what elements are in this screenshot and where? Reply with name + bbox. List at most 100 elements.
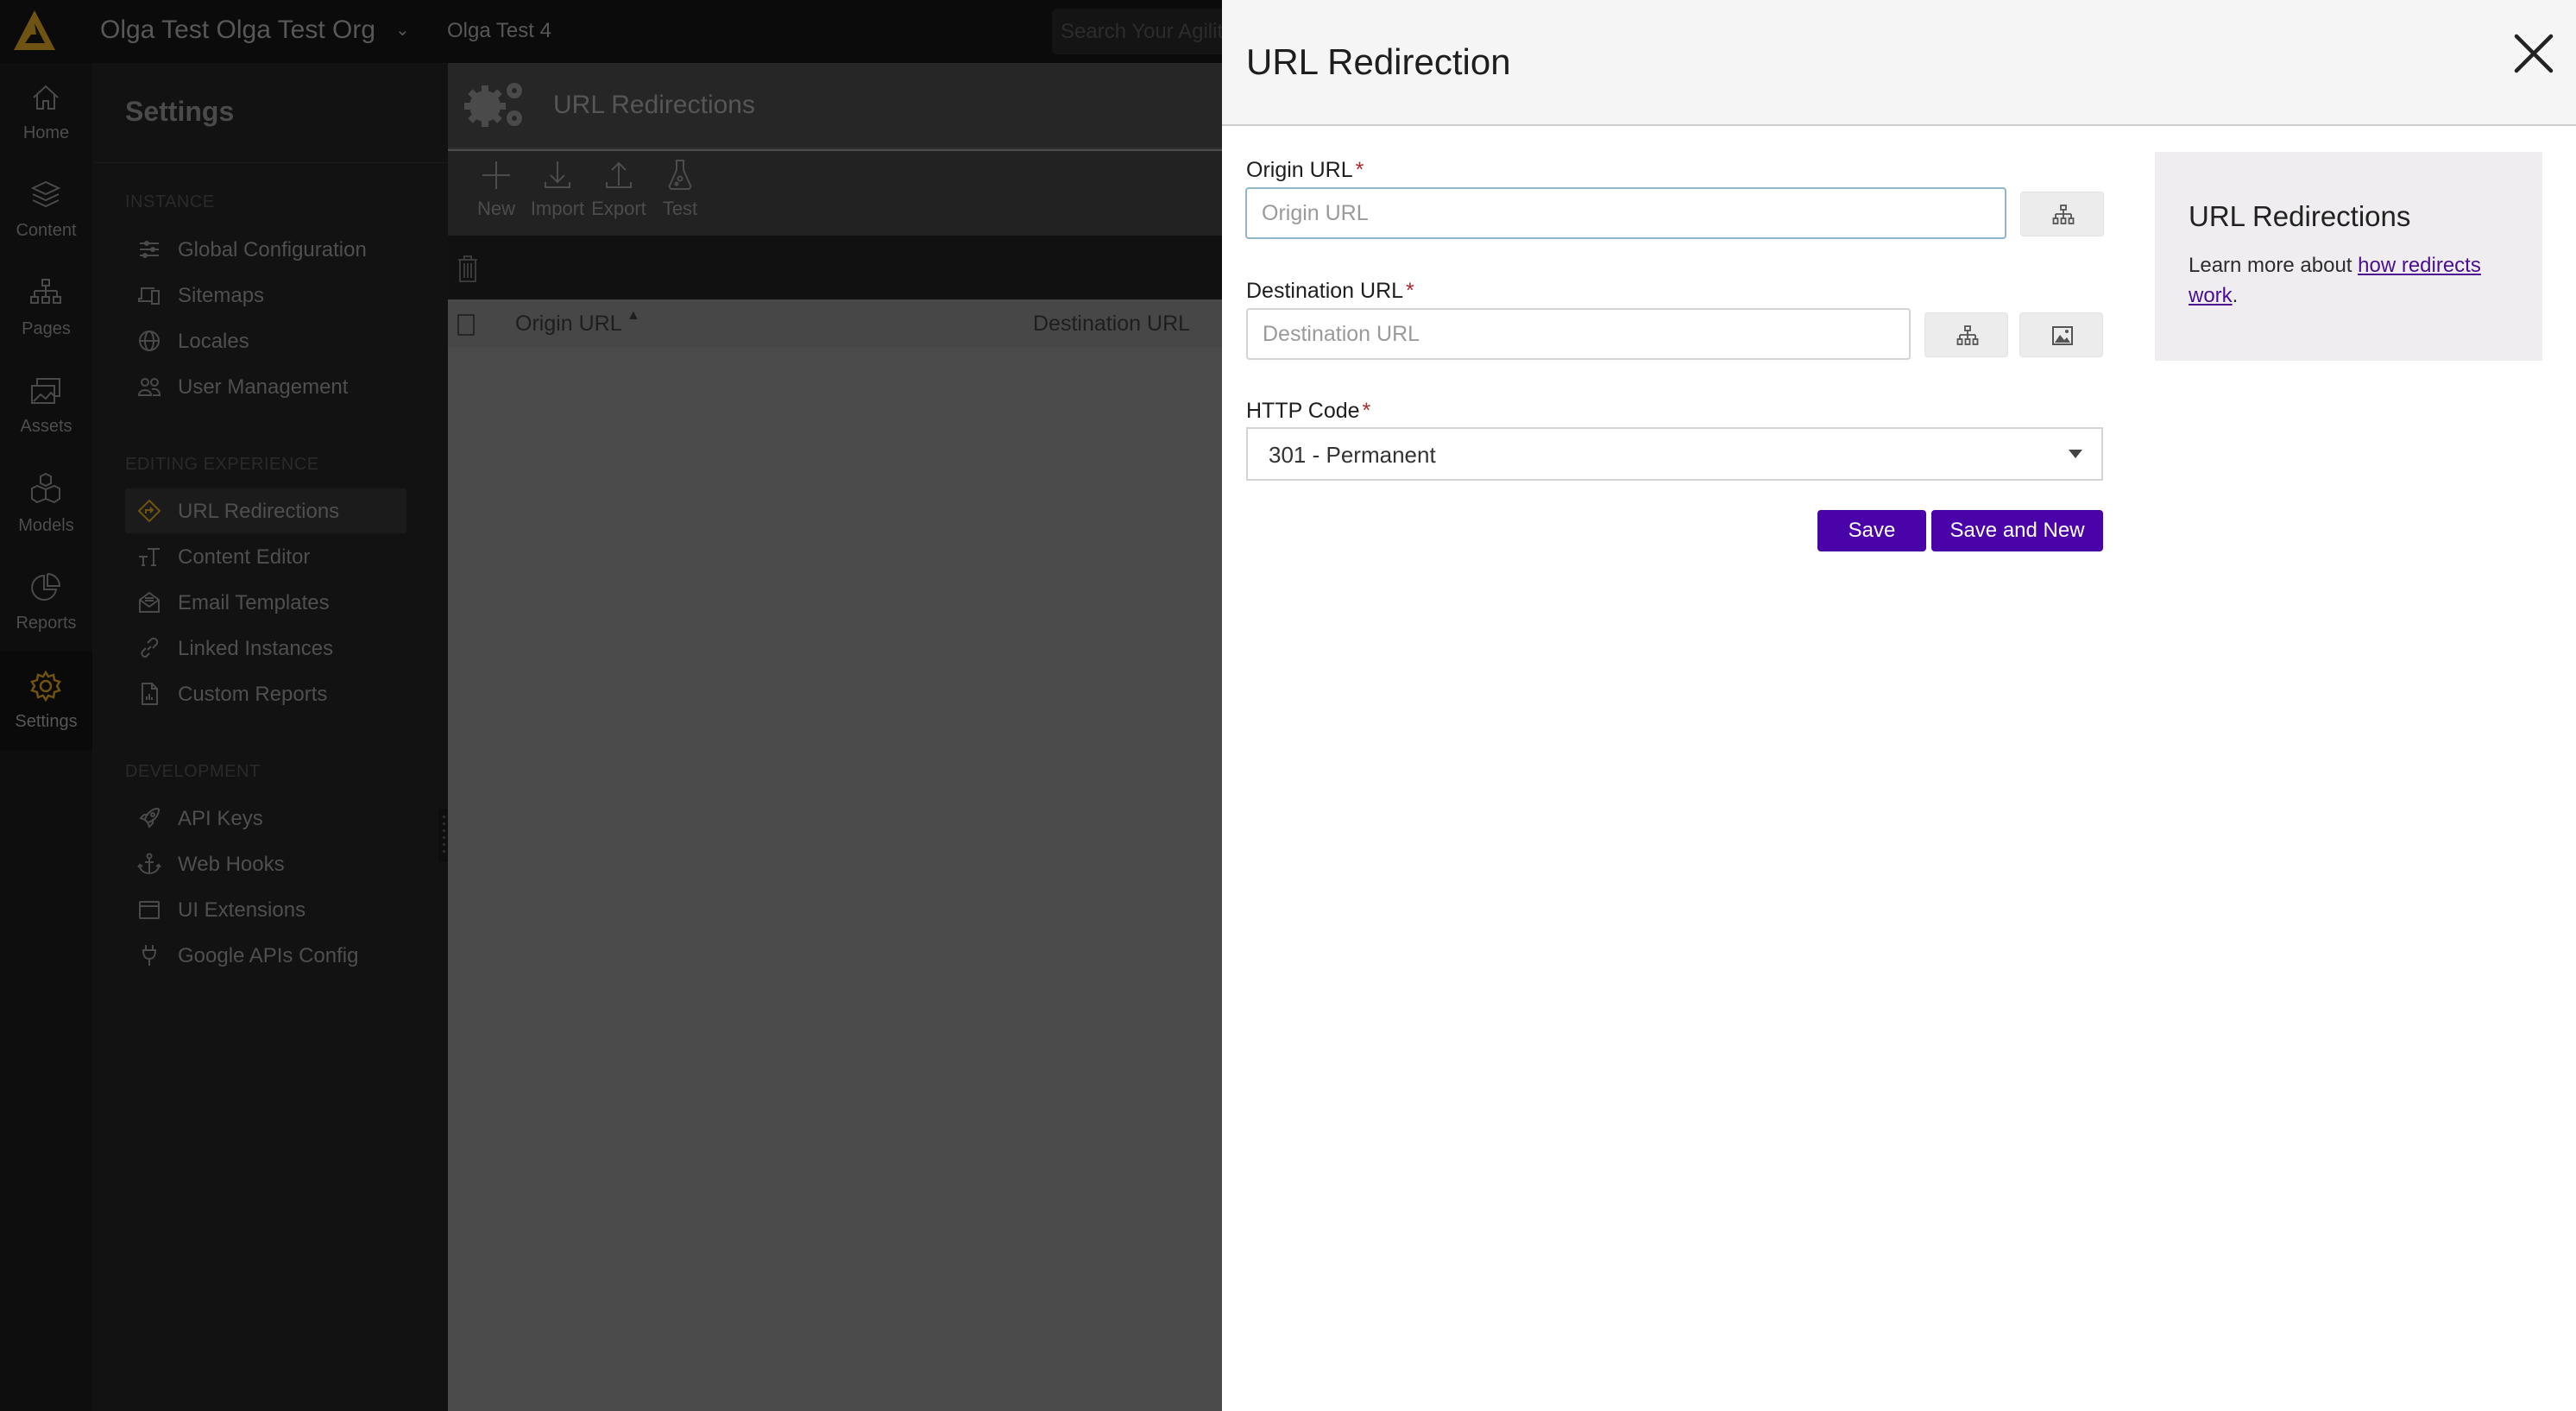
bulk-action-bar: [448, 236, 1222, 299]
destination-asset-picker-button[interactable]: [2019, 312, 2103, 357]
nav-reports[interactable]: Reports: [0, 553, 92, 652]
agility-logo[interactable]: [12, 9, 57, 54]
help-title: URL Redirections: [2189, 200, 2411, 232]
destination-sitemap-picker-button[interactable]: [1924, 312, 2008, 357]
image-icon: [2052, 326, 2073, 345]
global-search[interactable]: [1052, 9, 1233, 54]
main-content: URL Redirections New Import Export Test …: [448, 63, 1222, 1411]
nav-assets[interactable]: Assets: [0, 356, 92, 455]
panel-header: URL Redirection: [1222, 0, 2576, 126]
import-button[interactable]: Import: [527, 158, 588, 230]
sort-ascending-icon[interactable]: ▲: [627, 308, 640, 324]
destination-url-label: Destination URL *: [1246, 279, 1414, 303]
section-heading-instance: INSTANCE: [125, 192, 215, 211]
text-size-icon: [139, 548, 160, 566]
sitemap-icon: [1956, 325, 1979, 345]
sidebar-item-locales[interactable]: Locales: [125, 318, 406, 363]
save-and-new-button[interactable]: Save and New: [1931, 510, 2103, 551]
new-button[interactable]: New: [466, 158, 526, 230]
sliders-icon: [140, 241, 159, 258]
top-bar: Olga Test Olga Test Org ⌄ Olga Test 4: [0, 0, 1233, 63]
help-text: Learn more about how redirects work.: [2189, 254, 2481, 307]
destination-url-field[interactable]: [1246, 308, 1911, 360]
toolbar: New Import Export Test: [448, 151, 1222, 236]
http-code-select[interactable]: 301 - Permanent: [1246, 427, 2103, 481]
nav-settings[interactable]: Settings: [0, 652, 92, 750]
redirect-sign-icon: [137, 499, 161, 523]
rocket-icon: [139, 807, 161, 828]
nav-label: Models: [18, 516, 74, 535]
sidebar-item-custom-reports[interactable]: Custom Reports: [125, 671, 406, 716]
column-header-origin-url[interactable]: Origin URL: [515, 312, 622, 337]
export-button[interactable]: Export: [589, 158, 649, 230]
origin-url-field[interactable]: [1245, 187, 2006, 239]
divider: [94, 162, 448, 163]
required-mark: *: [1362, 399, 1371, 423]
save-button[interactable]: Save: [1817, 510, 1926, 551]
help-box: URL Redirections Learn more about how re…: [2155, 152, 2542, 361]
org-switcher[interactable]: Olga Test Olga Test Org: [100, 16, 375, 45]
upload-icon: [606, 161, 632, 188]
sidebar-item-global-configuration[interactable]: Global Configuration: [125, 227, 406, 272]
section-heading-editing-experience: EDITING EXPERIENCE: [125, 455, 319, 474]
search-input[interactable]: [1052, 9, 1233, 54]
plus-icon: [482, 161, 510, 189]
column-header-destination-url[interactable]: Destination URL: [1033, 312, 1190, 337]
plug-icon: [142, 945, 156, 966]
sidebar-item-web-hooks[interactable]: Web Hooks: [125, 841, 406, 886]
images-icon: [31, 378, 60, 404]
nav-models[interactable]: Models: [0, 456, 92, 554]
devices-icon: [138, 287, 160, 305]
nav-content[interactable]: Content: [0, 161, 92, 259]
page-header: URL Redirections: [448, 63, 1222, 149]
sidebar-item-ui-extensions[interactable]: UI Extensions: [125, 887, 406, 932]
http-code-label: HTTP Code *: [1246, 399, 1371, 423]
nav-label: Pages: [22, 319, 71, 338]
section-heading-development: DEVELOPMENT: [125, 762, 261, 781]
sidebar-item-api-keys[interactable]: API Keys: [125, 796, 406, 841]
sidebar-item-google-apis-config[interactable]: Google APIs Config: [125, 933, 406, 978]
url-redirection-panel: URL Redirection Origin URL* Destination …: [1222, 0, 2576, 1411]
sidebar-item-email-templates[interactable]: Email Templates: [125, 580, 406, 625]
sidebar-item-url-redirections[interactable]: URL Redirections: [125, 488, 406, 533]
sidebar-item-sitemaps[interactable]: Sitemaps: [125, 273, 406, 318]
envelope-open-icon: [139, 591, 160, 613]
origin-url-input[interactable]: [1247, 189, 2005, 237]
nav-label: Reports: [16, 614, 77, 633]
nav-label: Settings: [15, 712, 78, 731]
page-title: URL Redirections: [553, 91, 755, 119]
pie-chart-icon: [31, 573, 61, 601]
close-icon: [2514, 34, 2554, 73]
select-all-checkbox[interactable]: [457, 314, 475, 336]
http-code-selected-value: 301 - Permanent: [1269, 442, 1436, 468]
nav-label: Content: [16, 221, 77, 240]
globe-icon: [139, 331, 160, 351]
required-mark: *: [1406, 279, 1414, 303]
required-mark: *: [1355, 158, 1364, 182]
main-nav-rail: Home Content Pages Assets Models Reports…: [0, 63, 92, 1411]
test-button[interactable]: Test: [650, 158, 710, 230]
sitemap-icon: [30, 279, 61, 304]
trash-icon[interactable]: [457, 254, 479, 283]
anchor-icon: [137, 853, 161, 874]
nav-home[interactable]: Home: [0, 63, 92, 161]
flask-icon: [668, 160, 692, 190]
cubes-icon: [31, 473, 60, 504]
origin-sitemap-picker-button[interactable]: [2020, 192, 2104, 236]
users-icon: [137, 378, 161, 396]
sidebar-item-content-editor[interactable]: Content Editor: [125, 534, 406, 579]
chevron-down-icon[interactable]: ⌄: [395, 19, 410, 41]
home-icon: [33, 85, 59, 110]
nav-pages[interactable]: Pages: [0, 259, 92, 357]
window-icon: [139, 901, 160, 919]
instance-name[interactable]: Olga Test 4: [447, 19, 551, 43]
destination-url-input[interactable]: [1248, 310, 1909, 358]
close-button[interactable]: [2508, 26, 2560, 81]
sidebar-item-user-management[interactable]: User Management: [125, 364, 406, 409]
link-icon: [141, 637, 159, 658]
sidebar-item-linked-instances[interactable]: Linked Instances: [125, 626, 406, 671]
layers-icon: [30, 180, 61, 208]
origin-url-label: Origin URL *: [1246, 158, 1364, 182]
nav-label: Assets: [20, 417, 72, 436]
download-icon: [545, 161, 570, 188]
